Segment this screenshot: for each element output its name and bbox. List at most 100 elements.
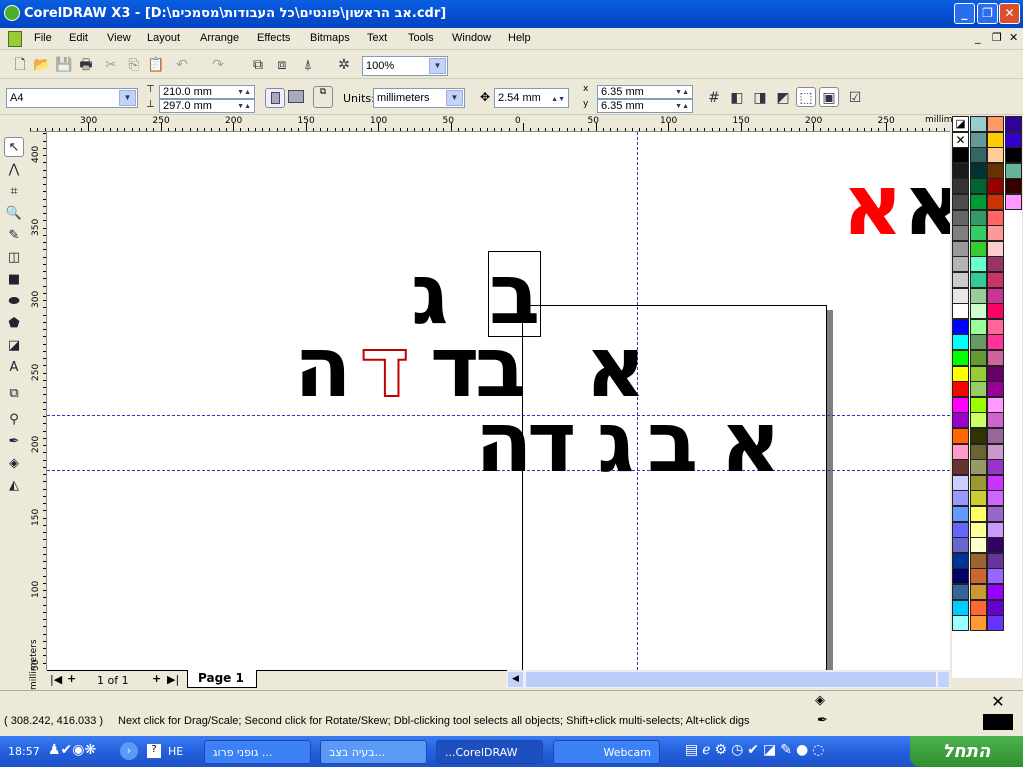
select-objects-icon[interactable]: ▣ <box>819 87 839 107</box>
color-swatch[interactable] <box>952 209 969 226</box>
drawing-canvas[interactable]: א א ג ב ה ד ד ב א ה ד ג ב א <box>47 132 950 670</box>
hebrew-letter[interactable]: א <box>903 163 950 247</box>
snap-to-objects-icon[interactable]: ◨ <box>750 88 770 108</box>
menu-layout[interactable]: Layout <box>147 32 180 44</box>
snap-to-guidelines-icon[interactable]: ◧ <box>727 88 747 108</box>
menu-window[interactable]: Window <box>452 32 491 44</box>
color-swatch[interactable] <box>987 272 1004 288</box>
menu-help[interactable]: Help <box>508 32 531 44</box>
color-swatch[interactable] <box>987 443 1004 460</box>
menu-view[interactable]: View <box>107 32 131 44</box>
color-swatch[interactable] <box>969 490 987 507</box>
hebrew-letter-red-outline[interactable]: ד <box>359 324 410 410</box>
color-swatch[interactable] <box>952 365 969 382</box>
hebrew-letter[interactable]: ב <box>647 400 698 484</box>
color-swatch[interactable] <box>987 287 1004 304</box>
hebrew-letter[interactable]: ד <box>527 400 576 484</box>
outline-tool-icon[interactable]: ✒ <box>4 432 24 452</box>
ellipse-tool-icon[interactable]: ⬬ <box>4 292 24 312</box>
color-swatch[interactable] <box>969 584 987 600</box>
taskbar-item-active[interactable]: ...CorelDRAW <box>436 740 543 764</box>
color-swatch[interactable] <box>952 381 969 398</box>
color-swatch[interactable] <box>969 396 987 413</box>
color-swatch[interactable] <box>952 568 969 585</box>
print-icon[interactable]: 🖶 <box>76 55 96 75</box>
color-swatch[interactable] <box>969 131 987 148</box>
color-swatch[interactable] <box>969 334 987 351</box>
color-swatch[interactable] <box>952 147 969 164</box>
show-hidden-icons-button[interactable]: › <box>120 742 138 760</box>
color-swatch[interactable] <box>1004 147 1022 164</box>
taskbar-item[interactable]: בעיה בצב... <box>320 740 427 764</box>
add-page-before-button[interactable]: + <box>67 672 76 685</box>
color-swatch[interactable] <box>969 459 987 476</box>
hebrew-letter[interactable]: ג <box>597 400 635 484</box>
scroll-left-button[interactable]: ◀ <box>508 672 523 687</box>
color-swatch[interactable] <box>987 256 1004 273</box>
new-icon[interactable]: 🗋 <box>10 55 30 75</box>
color-swatch[interactable] <box>952 287 969 304</box>
color-swatch[interactable] <box>987 131 1004 148</box>
color-swatch[interactable] <box>987 240 1004 257</box>
color-swatch[interactable] <box>969 537 987 554</box>
first-page-button[interactable]: |◀ <box>50 673 62 686</box>
vertical-ruler[interactable]: 400 350 300 250 200 150 100 50 <box>30 132 47 670</box>
color-swatch[interactable] <box>952 584 969 600</box>
color-swatch[interactable] <box>969 272 987 288</box>
color-swatch[interactable] <box>969 303 987 320</box>
color-swatch[interactable] <box>969 116 987 132</box>
color-swatch[interactable] <box>987 474 1004 491</box>
zoom-tool-icon[interactable]: 🔍 <box>4 204 24 224</box>
redo-icon[interactable]: ↷ <box>208 55 228 75</box>
color-swatch[interactable] <box>969 615 987 632</box>
color-swatch[interactable] <box>1004 178 1022 195</box>
color-swatch[interactable] <box>987 147 1004 164</box>
save-icon[interactable]: 💾 <box>54 55 74 75</box>
fill-tool-icon[interactable]: ◈ <box>4 454 24 474</box>
color-swatch[interactable] <box>987 303 1004 320</box>
corel-online-icon[interactable]: ✲ <box>334 55 354 75</box>
quick-launch-icons[interactable]: ▤ℯ⚙◷✔◪✎●◌ <box>685 742 828 758</box>
hebrew-letter[interactable]: ה <box>475 400 533 484</box>
menu-tools[interactable]: Tools <box>408 32 434 44</box>
taskbar-item[interactable]: Webcam <box>553 740 660 764</box>
color-swatch[interactable] <box>969 365 987 382</box>
color-swatch[interactable] <box>969 474 987 491</box>
color-swatch[interactable] <box>987 350 1004 366</box>
color-swatch[interactable] <box>987 365 1004 382</box>
color-swatch[interactable] <box>1004 116 1022 132</box>
color-swatch[interactable] <box>952 521 969 538</box>
color-swatch[interactable] <box>987 209 1004 226</box>
color-swatch[interactable] <box>969 147 987 164</box>
menu-text[interactable]: Text <box>367 32 387 44</box>
color-swatch[interactable] <box>1004 194 1022 210</box>
color-swatch[interactable] <box>987 412 1004 429</box>
color-swatch[interactable] <box>987 428 1004 444</box>
spin-icon[interactable]: ▼▲ <box>675 101 689 113</box>
no-color-swatch[interactable]: ✕ <box>952 131 969 148</box>
hebrew-letter[interactable]: ה <box>294 325 352 409</box>
dynamic-guides-icon[interactable]: ◩ <box>773 88 793 108</box>
color-swatch[interactable] <box>969 178 987 195</box>
options-icon[interactable]: ☑ <box>845 88 865 108</box>
text-tool-icon[interactable]: A <box>4 358 24 378</box>
page-width-field[interactable]: 210.0 mm ▼▲ <box>159 85 255 99</box>
color-swatch[interactable] <box>952 240 969 257</box>
color-swatch[interactable] <box>969 443 987 460</box>
horizontal-scrollbar[interactable]: ◀ <box>507 671 950 688</box>
menu-arrange[interactable]: Arrange <box>200 32 239 44</box>
last-page-button[interactable]: ▶| <box>167 673 179 686</box>
color-swatch[interactable] <box>952 459 969 476</box>
color-swatch[interactable] <box>969 318 987 335</box>
minimize-button[interactable]: _ <box>954 3 975 24</box>
color-swatch[interactable] <box>952 318 969 335</box>
color-swatch[interactable] <box>952 506 969 522</box>
color-swatch[interactable] <box>987 162 1004 179</box>
color-swatch[interactable] <box>969 350 987 366</box>
color-swatch[interactable] <box>952 599 969 616</box>
add-page-after-button[interactable]: + <box>152 672 161 685</box>
color-swatch[interactable] <box>987 506 1004 522</box>
color-swatch[interactable] <box>969 209 987 226</box>
color-swatch[interactable] <box>987 490 1004 507</box>
color-swatch[interactable] <box>969 521 987 538</box>
